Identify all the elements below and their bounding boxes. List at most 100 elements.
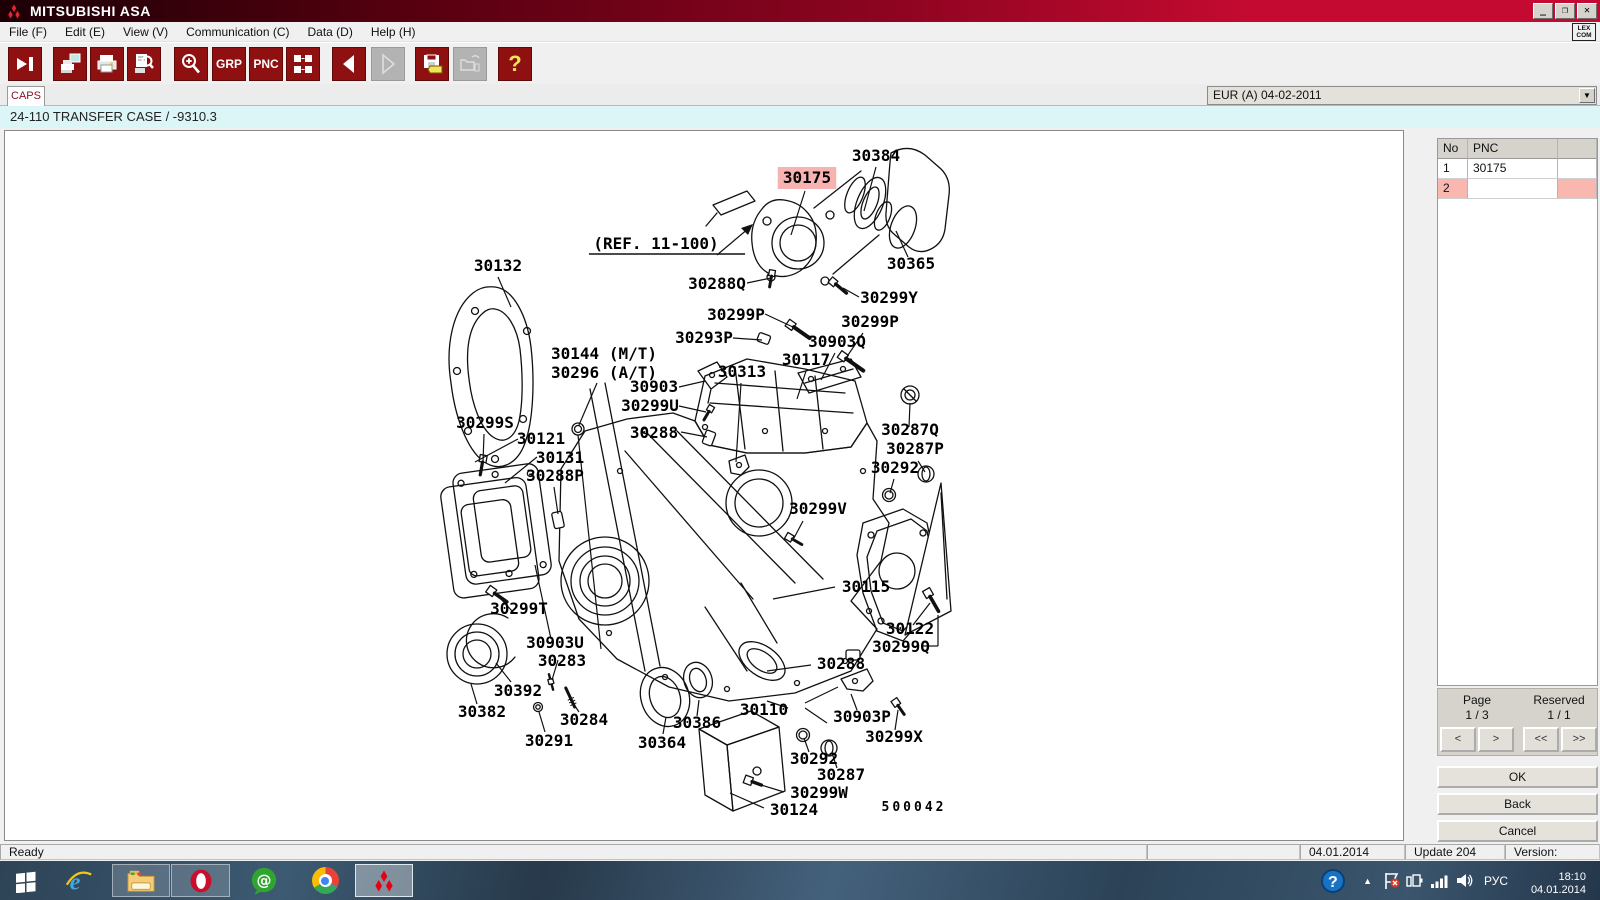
part-label[interactable]: 500042	[882, 800, 947, 815]
menu-file[interactable]: File (F)	[0, 23, 56, 41]
part-label[interactable]: 30392	[494, 681, 542, 700]
part-label[interactable]: 30287P	[886, 439, 944, 458]
close-button[interactable]: ✕	[1577, 3, 1597, 19]
part-label[interactable]: 30299S	[456, 413, 514, 432]
transfer-case-diagram: 30384 30175 (REF. 11-100) 30365 30132 30288Q 3…	[5, 131, 1403, 840]
part-label[interactable]: 30299U	[621, 396, 679, 415]
multi-view-button[interactable]	[286, 47, 320, 81]
part-label[interactable]: 30288	[630, 423, 678, 442]
print-button[interactable]	[90, 47, 124, 81]
part-label[interactable]: 30903P	[833, 707, 891, 726]
save-button[interactable]	[415, 47, 449, 81]
back-button[interactable]	[332, 47, 366, 81]
page-prev-button[interactable]: <	[1440, 727, 1476, 752]
part-label[interactable]: (REF. 11-100)	[593, 234, 718, 253]
region-select[interactable]: EUR (A) 04-02-2011 ▼	[1207, 86, 1597, 105]
table-row[interactable]: 1 30175	[1438, 159, 1597, 179]
bush-30288-top	[702, 430, 716, 447]
part-label[interactable]: 30131	[536, 448, 584, 467]
toolbar: GRP PNC ?	[0, 42, 1600, 84]
tray-expand-icon[interactable]: ▲	[1363, 861, 1372, 900]
ok-button[interactable]: OK	[1437, 766, 1598, 788]
tray-action-center-icon[interactable]	[1384, 861, 1400, 900]
tray-power-icon[interactable]	[1406, 861, 1424, 900]
tab-caps[interactable]: CAPS	[7, 86, 45, 106]
reserved-last-button[interactable]: >>	[1561, 727, 1597, 752]
taskbar-mailru-agent[interactable]: @	[244, 864, 284, 897]
menu-help[interactable]: Help (H)	[362, 23, 425, 41]
part-label[interactable]: 30382	[458, 702, 506, 721]
minimize-button[interactable]: _	[1533, 3, 1553, 19]
part-label[interactable]: 30299Y	[860, 288, 918, 307]
part-label[interactable]: 30903Q	[808, 332, 866, 351]
tray-clock[interactable]: 18:10 04.01.2014	[1516, 861, 1586, 900]
menu-communication[interactable]: Communication (C)	[177, 23, 298, 41]
reserved-first-button[interactable]: <<	[1523, 727, 1559, 752]
part-label[interactable]: 30283	[538, 651, 586, 670]
part-label[interactable]: 30287Q	[881, 420, 939, 439]
back-button[interactable]: Back	[1437, 793, 1598, 815]
part-label[interactable]: 30288P	[526, 466, 584, 485]
plug-30287P	[918, 466, 934, 482]
part-label[interactable]: 30365	[887, 254, 935, 273]
print-preview-button[interactable]	[127, 47, 161, 81]
tray-network-icon[interactable]	[1430, 861, 1450, 900]
exit-icon	[13, 52, 37, 76]
start-button[interactable]	[10, 864, 42, 897]
part-label[interactable]: 30293P	[675, 328, 733, 347]
menu-data[interactable]: Data (D)	[299, 23, 362, 41]
part-label[interactable]: 30903	[630, 377, 678, 396]
part-label[interactable]: 30132	[474, 256, 522, 275]
part-label[interactable]: 30115	[842, 577, 890, 596]
part-label[interactable]: 30288Q	[688, 274, 746, 293]
part-label[interactable]: 30288	[817, 654, 865, 673]
part-label[interactable]: 30386	[673, 713, 721, 732]
part-label[interactable]: 30313	[718, 362, 766, 381]
part-label[interactable]: 30284	[560, 710, 608, 729]
menu-edit[interactable]: Edit (E)	[56, 23, 114, 41]
tray-help-icon[interactable]: ?	[1320, 861, 1346, 900]
taskbar-mitsubishi-asa[interactable]	[355, 864, 413, 897]
pnc-button[interactable]: PNC	[249, 47, 283, 81]
pnc-table[interactable]: No PNC 1 30175 2	[1437, 138, 1598, 686]
leader-line	[773, 587, 835, 599]
part-label[interactable]: 30299X	[865, 727, 923, 746]
part-label[interactable]: 30121	[517, 429, 565, 448]
exit-button[interactable]	[8, 47, 42, 81]
part-label[interactable]: 30299P	[841, 312, 899, 331]
part-label[interactable]: 30124	[770, 800, 818, 819]
part-label[interactable]: 30110	[740, 700, 788, 719]
table-row[interactable]: 2	[1438, 179, 1597, 199]
part-label[interactable]: 30299P	[707, 305, 765, 324]
part-label[interactable]: 30291	[525, 731, 573, 750]
taskbar-file-explorer[interactable]	[112, 864, 170, 897]
print-screen-button[interactable]	[53, 47, 87, 81]
parts-diagram-panel[interactable]: 30384 30175 (REF. 11-100) 30365 30132 30288Q 3…	[4, 130, 1404, 841]
taskbar-opera[interactable]	[171, 864, 230, 897]
zoom-button[interactable]	[174, 47, 208, 81]
tray-volume-icon[interactable]	[1456, 861, 1474, 900]
cancel-button[interactable]: Cancel	[1437, 820, 1598, 842]
grp-button[interactable]: GRP	[212, 47, 246, 81]
part-label[interactable]: 30299V	[789, 499, 847, 518]
part-label[interactable]: 30117	[782, 350, 830, 369]
menu-view[interactable]: View (V)	[114, 23, 177, 41]
part-label[interactable]: 30292	[871, 458, 919, 477]
part-label[interactable]: 30364	[638, 733, 686, 752]
part-label[interactable]: 30144 (M/T)	[551, 344, 657, 363]
restore-button[interactable]: ❐	[1555, 3, 1575, 19]
taskbar-internet-explorer[interactable]: e	[60, 864, 98, 897]
part-label[interactable]: 30384	[852, 146, 900, 165]
part-label[interactable]: 30287	[817, 765, 865, 784]
help-icon: ?	[508, 51, 521, 77]
chevron-down-icon[interactable]: ▼	[1579, 88, 1595, 103]
taskbar-chrome[interactable]	[303, 864, 347, 897]
part-label[interactable]: 30122	[886, 619, 934, 638]
part-label[interactable]: 30299Q	[872, 637, 930, 656]
help-button[interactable]: ?	[498, 47, 532, 81]
part-label[interactable]: 30299T	[490, 599, 548, 618]
part-label[interactable]: 30903U	[526, 633, 584, 652]
selected-part-label[interactable]: 30175	[783, 168, 831, 187]
tray-language[interactable]: РУС	[1484, 861, 1508, 900]
page-next-button[interactable]: >	[1478, 727, 1514, 752]
